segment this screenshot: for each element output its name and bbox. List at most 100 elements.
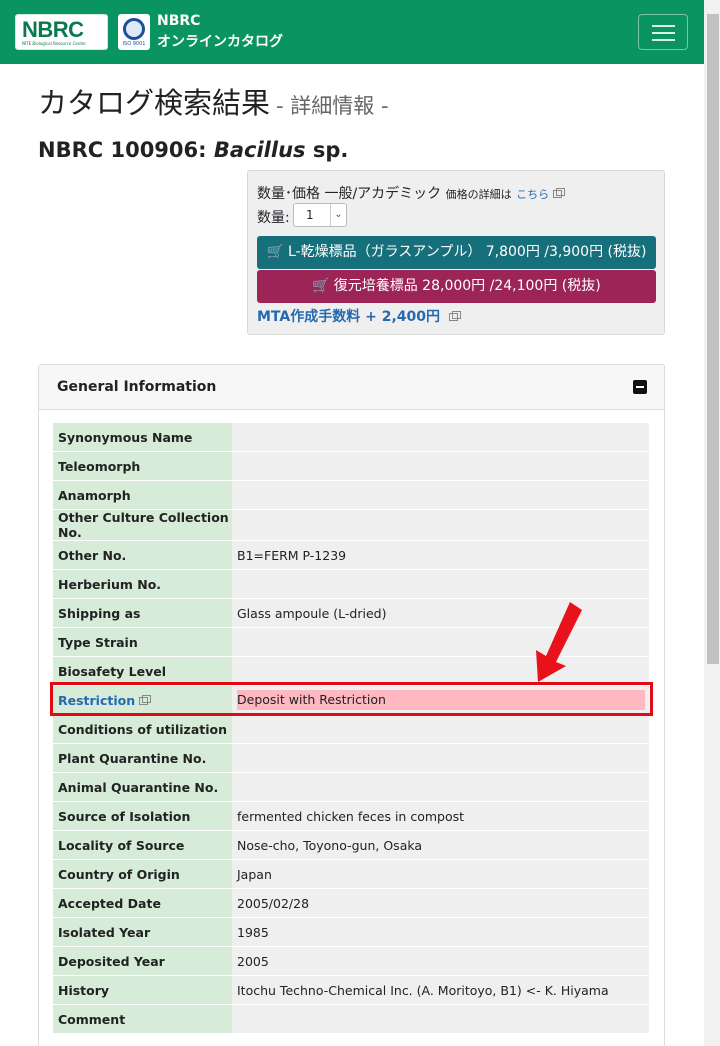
row-value: Nose-cho, Toyono-gun, Osaka [232,831,649,860]
table-row: History Itochu Techno-Chemical Inc. (A. M… [53,976,649,1005]
table-row: Anamorph [53,481,649,510]
page-title: カタログ検索結果 - 詳細情報 - [38,80,389,122]
row-value [232,423,649,452]
navbar: NBRC NITE Biological Resource Center ISO… [0,0,704,64]
brand-title[interactable]: NBRC オンラインカタログ [157,11,283,53]
row-key: Synonymous Name [53,423,232,452]
page-scrollbar[interactable] [704,0,720,1046]
table-row: Other Culture Collection No. [53,510,649,541]
mta-fee-label: MTA作成手数料 + 2,400円 [257,309,440,325]
table-row: Country of Origin Japan [53,860,649,889]
nbrc-logo[interactable]: NBRC NITE Biological Resource Center [15,14,108,50]
strain-id: NBRC 100906: [38,138,214,162]
hamburger-icon [652,25,675,27]
row-key: Animal Quarantine No. [53,773,232,802]
table-row: Plant Quarantine No. [53,744,649,773]
row-value: Glass ampoule (L-dried) [232,599,649,628]
row-key: Locality of Source [53,831,232,860]
collapse-icon[interactable] [633,380,647,394]
red-arrow-icon [536,602,582,682]
row-key: Other Culture Collection No. [53,510,232,541]
row-value [232,773,649,802]
row-key: Source of Isolation [53,802,232,831]
iso-badge-icon [123,18,145,40]
row-key: Accepted Date [53,889,232,918]
hamburger-icon-bar [652,39,675,41]
price-detail-link[interactable]: こちら [516,188,549,201]
row-key: Deposited Year [53,947,232,976]
external-link-icon [449,311,461,321]
nbrc-logo-subtext: NITE Biological Resource Center [22,41,87,46]
row-value: 1985 [232,918,649,947]
row-key: Conditions of utilization [53,715,232,744]
cart-icon: 🛒 [266,244,284,260]
table-row: Teleomorph [53,452,649,481]
row-key: Isolated Year [53,918,232,947]
row-value [232,452,649,481]
iso-logo: ISO 9001 [118,14,150,50]
brand-line-1: NBRC [157,13,201,29]
row-key: Herberium No. [53,570,232,599]
row-value: fermented chicken feces in compost [232,802,649,831]
table-row: Deposited Year 2005 [53,947,649,976]
table-row: Animal Quarantine No. [53,773,649,802]
scrollbar-thumb[interactable] [707,14,719,664]
row-value [232,628,649,657]
table-row: Accepted Date 2005/02/28 [53,889,649,918]
row-value [232,744,649,773]
hamburger-icon-bar [652,32,675,34]
page-subtitle: - 詳細情報 - [276,94,389,118]
menu-toggle-button[interactable] [638,14,688,50]
row-value [232,1005,649,1034]
order-culture-button[interactable]: 🛒 復元培養標品 28,000円 /24,100円 (税抜) [257,270,656,303]
cart-icon: 🛒 [312,278,330,294]
row-key: Plant Quarantine No. [53,744,232,773]
brand-line-2: オンラインカタログ [157,34,283,50]
order-culture-label: 復元培養標品 28,000円 /24,100円 (税抜) [333,278,601,294]
price-detail-text: 価格の詳細は [445,188,512,201]
row-key: Other No. [53,541,232,570]
iso-text: ISO 9001 [122,41,146,47]
row-key: Anamorph [53,481,232,510]
row-value: 2005 [232,947,649,976]
table-row: Isolated Year 1985 [53,918,649,947]
price-info-line: 数量･価格 一般/アカデミック 価格の詳細は こちら [257,183,566,203]
strain-title: NBRC 100906: Bacillus sp. [38,138,348,162]
row-key: Comment [53,1005,232,1034]
table-row: Comment [53,1005,649,1034]
table-row: Synonymous Name [53,423,649,452]
row-value: 2005/02/28 [232,889,649,918]
strain-species: sp. [305,138,349,162]
row-value [232,570,649,599]
page-title-main: カタログ検索結果 [38,86,271,120]
chevron-down-icon: ⌄ [330,204,346,226]
order-dried-ampoule-button[interactable]: 🛒 L-乾燥標品（ガラスアンプル） 7,800円 /3,900円 (税抜) [257,236,656,269]
table-row: Herberium No. [53,570,649,599]
restriction-highlight-box [50,682,653,716]
table-row: Other No. B1=FERM P-1239 [53,541,649,570]
order-panel: 数量･価格 一般/アカデミック 価格の詳細は こちら 数量: 1 ⌄ 🛒 L-乾燥… [247,170,665,335]
table-row: Conditions of utilization [53,715,649,744]
price-label: 数量･価格 一般/アカデミック [257,186,442,202]
mta-fee-link[interactable]: MTA作成手数料 + 2,400円 [257,306,461,326]
external-link-icon [553,188,566,198]
card-title: General Information [57,379,217,395]
order-dried-label: L-乾燥標品（ガラスアンプル） 7,800円 /3,900円 (税抜) [287,244,647,260]
general-information-header[interactable]: General Information [39,365,664,410]
row-key: Country of Origin [53,860,232,889]
general-information-table: Synonymous Name Teleomorph Anamorph Other C… [53,423,649,1034]
row-value: Japan [232,860,649,889]
row-key: Teleomorph [53,452,232,481]
row-key: Type Strain [53,628,232,657]
quantity-label: 数量: [257,210,290,226]
row-key: Shipping as [53,599,232,628]
nbrc-logo-text: NBRC [22,17,84,42]
row-value [232,481,649,510]
row-value: Itochu Techno-Chemical Inc. (A. Moritoyo… [232,976,649,1005]
table-row: Source of Isolation fermented chicken fec… [53,802,649,831]
quantity-value: 1 [306,208,314,222]
quantity-select[interactable]: 1 ⌄ [293,203,347,227]
strain-genus: Bacillus [213,138,306,162]
row-key: History [53,976,232,1005]
row-value: B1=FERM P-1239 [232,541,649,570]
